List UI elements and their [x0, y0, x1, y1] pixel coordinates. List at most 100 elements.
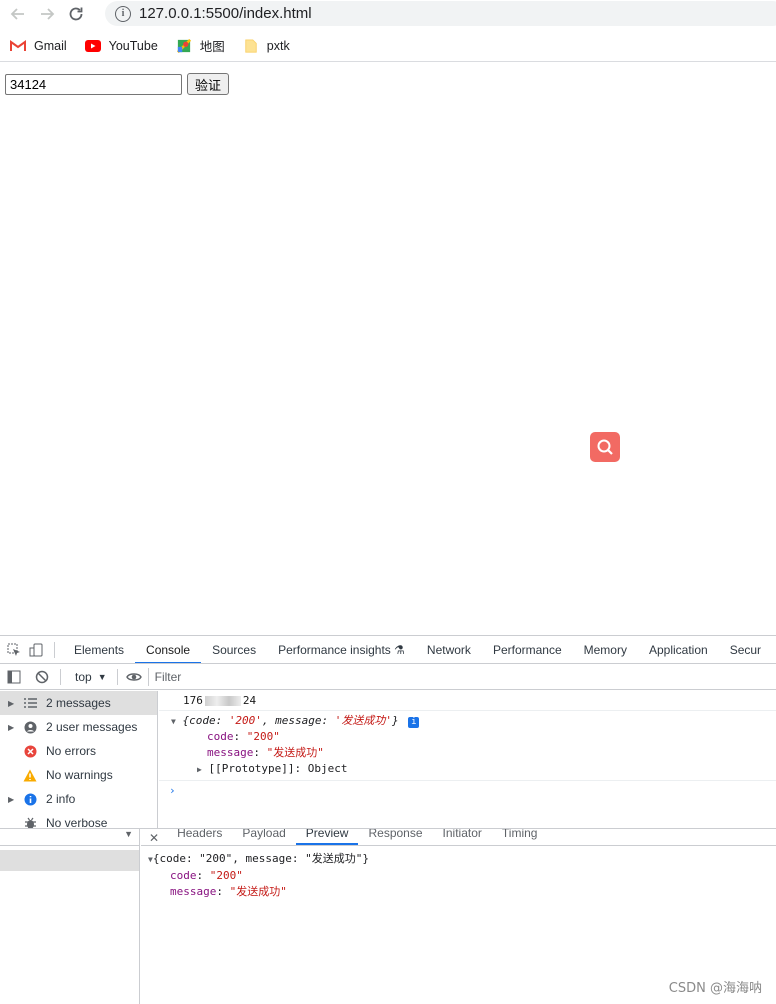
sidebar-item-warnings[interactable]: No warnings	[0, 763, 157, 787]
sidebar-item-label: 2 info	[46, 792, 76, 806]
inspect-icon[interactable]	[6, 642, 22, 658]
tab-headers[interactable]: Headers	[167, 829, 232, 845]
devtools-panel: Elements Console Sources Performance ins…	[0, 635, 776, 830]
expand-arrow-icon[interactable]: ▶	[197, 765, 202, 774]
tab-network[interactable]: Network	[416, 636, 482, 663]
bookmark-label: 地图	[199, 40, 225, 54]
preview-property-message: message: "发送成功"	[170, 885, 287, 898]
bookmark-maps[interactable]: 地图	[176, 36, 225, 55]
summary-text: }	[392, 714, 399, 727]
console-toolbar: top ▼ Filter	[0, 664, 776, 690]
preview-summary[interactable]: ▼{code: "200", message: "发送成功"}	[148, 851, 369, 868]
folder-icon	[245, 38, 257, 53]
preview-property-code: code: "200"	[170, 869, 243, 882]
expand-arrow-icon[interactable]: ▶	[8, 795, 18, 804]
tab-initiator[interactable]: Initiator	[433, 829, 492, 845]
eye-icon[interactable]	[125, 669, 142, 685]
object-summary[interactable]: ▼ {code: '200', message: '发送成功'} i	[171, 713, 776, 729]
reload-button[interactable]	[65, 3, 87, 25]
console-output: 176 24 ▼ {code: '200', message: '发送成功'} i…	[159, 691, 776, 830]
close-icon[interactable]: ✕	[141, 831, 167, 845]
summary-message: '发送成功'	[334, 714, 393, 727]
tab-performance-insights[interactable]: Performance insights ⚗	[267, 636, 416, 663]
object-property-message: message: "发送成功"	[207, 746, 324, 759]
tab-elements[interactable]: Elements	[63, 636, 135, 663]
console-prompt[interactable]: ›	[159, 780, 776, 801]
tab-preview[interactable]: Preview	[295, 829, 359, 845]
summary-text: , message:	[261, 714, 335, 727]
property-key: message	[170, 885, 217, 898]
summary-text: {code:	[182, 714, 229, 727]
info-circle-icon	[22, 791, 38, 807]
property-value: "发送成功"	[229, 885, 287, 898]
tab-payload[interactable]: Payload	[232, 829, 295, 845]
object-prototype[interactable]: ▶ [[Prototype]]: Object	[183, 761, 776, 777]
back-button[interactable]	[7, 3, 29, 25]
arrow-right-icon	[41, 7, 55, 20]
sidebar-item-messages[interactable]: ▶ 2 messages	[0, 691, 157, 715]
request-row-selected[interactable]	[0, 850, 139, 871]
bookmarks-bar: Gmail YouTube 地图 pxtk	[0, 30, 776, 62]
error-icon	[22, 743, 38, 759]
sidebar-toggle-icon[interactable]	[6, 669, 22, 685]
arrow-left-icon	[10, 7, 24, 20]
tab-security[interactable]: Secur	[719, 636, 772, 663]
summary-text: {code: "200", message: "发送成功"}	[152, 852, 370, 865]
request-list-header: ▼	[0, 829, 139, 846]
bookmark-label: pxtk	[266, 38, 290, 53]
tab-console[interactable]: Console	[135, 636, 202, 663]
prototype-text: [[Prototype]]: Object	[208, 762, 348, 775]
phone-input[interactable]	[5, 74, 182, 95]
tab-separator	[54, 641, 55, 658]
tab-memory[interactable]: Memory	[573, 636, 638, 663]
sidebar-item-info[interactable]: ▶ 2 info	[0, 787, 157, 811]
floating-search-button[interactable]	[590, 432, 620, 462]
expand-arrow-icon[interactable]: ▶	[8, 699, 18, 708]
dropdown-arrow-icon: ▼	[97, 671, 107, 682]
tab-performance[interactable]: Performance	[482, 636, 573, 663]
toolbar-separator	[116, 668, 118, 685]
clear-console-icon[interactable]	[34, 669, 50, 685]
expand-arrow-icon[interactable]: ▶	[8, 723, 18, 732]
user-icon	[22, 719, 38, 735]
bookmark-youtube[interactable]: YouTube	[84, 38, 158, 53]
bookmark-label: YouTube	[108, 38, 158, 53]
object-property-code: code: "200"	[207, 730, 280, 743]
bookmark-pxtk[interactable]: pxtk	[243, 39, 290, 53]
log-text: 176	[183, 694, 203, 707]
sidebar-item-label: 2 user messages	[46, 720, 138, 734]
network-detail-tabs: ✕ Headers Payload Preview Response Initi…	[141, 829, 776, 846]
address-bar[interactable]: i 127.0.0.1:5500/index.html	[105, 1, 776, 26]
property-value: "200"	[209, 869, 243, 882]
tab-sources[interactable]: Sources	[201, 636, 267, 663]
property-key: code	[207, 730, 234, 743]
devtools-tabbar: Elements Console Sources Performance ins…	[0, 636, 776, 664]
maps-icon	[176, 38, 191, 53]
console-filter-input[interactable]: Filter	[147, 667, 748, 686]
console-object[interactable]: ▼ {code: '200', message: '发送成功'} i code:…	[159, 713, 776, 777]
info-icon[interactable]: i	[115, 5, 131, 22]
property-key: message	[207, 746, 254, 759]
verify-button[interactable]: 验证	[187, 73, 229, 95]
context-selector[interactable]: top ▼	[69, 670, 113, 684]
sidebar-item-errors[interactable]: No errors	[0, 739, 157, 763]
youtube-icon	[84, 39, 101, 52]
forward-button[interactable]	[36, 3, 58, 25]
console-sidebar: ▶ 2 messages ▶ 2 user messages No errors…	[0, 691, 158, 830]
bookmark-gmail[interactable]: Gmail	[10, 39, 67, 53]
toolbar-separator	[60, 668, 61, 685]
tab-label: Performance insights	[278, 642, 391, 657]
tab-response[interactable]: Response	[358, 829, 432, 845]
chevron-down-icon[interactable]: ▼	[124, 829, 133, 839]
console-body: ▶ 2 messages ▶ 2 user messages No errors…	[0, 691, 776, 830]
page-viewport: 验证	[0, 64, 776, 635]
search-icon	[597, 439, 613, 455]
url-text: 127.0.0.1:5500/index.html	[139, 5, 312, 22]
sidebar-item-user-messages[interactable]: ▶ 2 user messages	[0, 715, 157, 739]
tab-application[interactable]: Application	[638, 636, 719, 663]
tab-timing[interactable]: Timing	[492, 829, 548, 845]
summary-code: '200'	[228, 714, 262, 727]
collapse-arrow-icon[interactable]: ▼	[171, 717, 176, 726]
property-value: "发送成功"	[266, 746, 324, 759]
device-toggle-icon[interactable]	[28, 642, 44, 658]
